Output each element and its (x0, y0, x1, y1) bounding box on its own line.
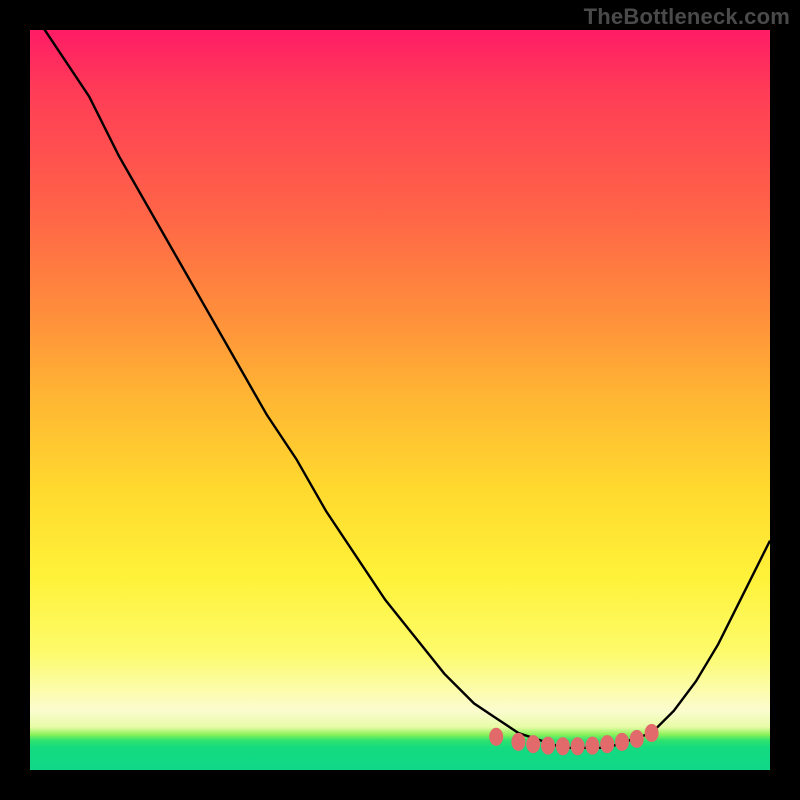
valley-dot (526, 735, 540, 753)
valley-dot (571, 737, 585, 755)
valley-dot (645, 724, 659, 742)
valley-dot (615, 733, 629, 751)
valley-dot (489, 728, 503, 746)
valley-dot (630, 730, 644, 748)
main-curve (30, 8, 770, 748)
chart-frame: TheBottleneck.com (0, 0, 800, 800)
valley-dot (585, 737, 599, 755)
valley-dot (511, 733, 525, 751)
plot-area (30, 30, 770, 770)
valley-markers (489, 724, 658, 755)
valley-dot (541, 737, 555, 755)
curve-svg (30, 30, 770, 770)
valley-dot (556, 737, 570, 755)
valley-dot (600, 735, 614, 753)
watermark-text: TheBottleneck.com (584, 4, 790, 30)
